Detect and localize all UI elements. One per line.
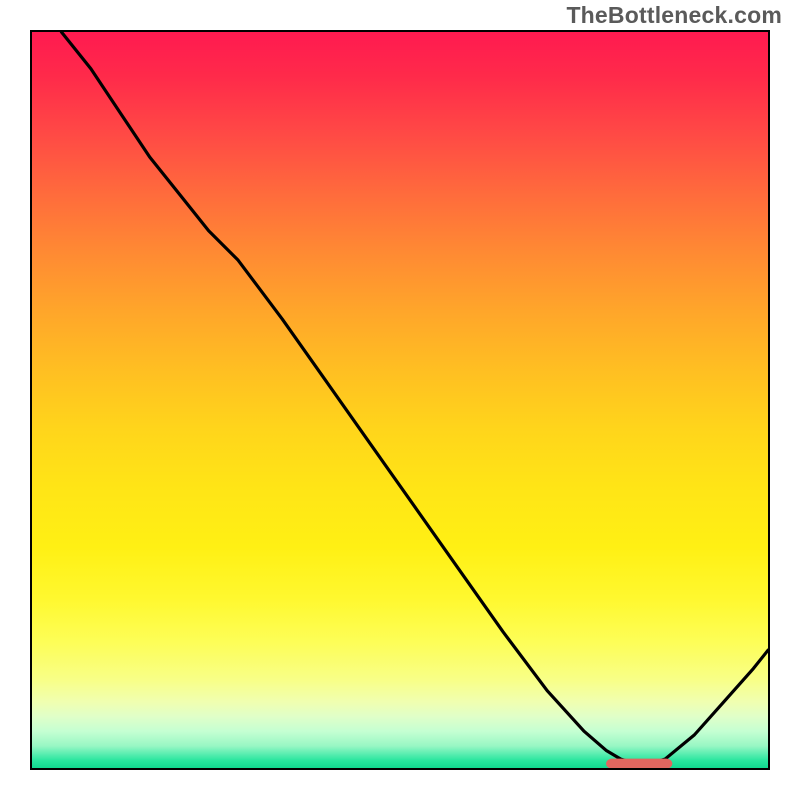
optimum-marker xyxy=(606,759,672,768)
chart-curve xyxy=(61,32,768,764)
chart-plot-area xyxy=(30,30,770,770)
page-root: TheBottleneck.com xyxy=(0,0,800,800)
chart-svg xyxy=(32,32,768,768)
watermark-text: TheBottleneck.com xyxy=(566,2,782,29)
